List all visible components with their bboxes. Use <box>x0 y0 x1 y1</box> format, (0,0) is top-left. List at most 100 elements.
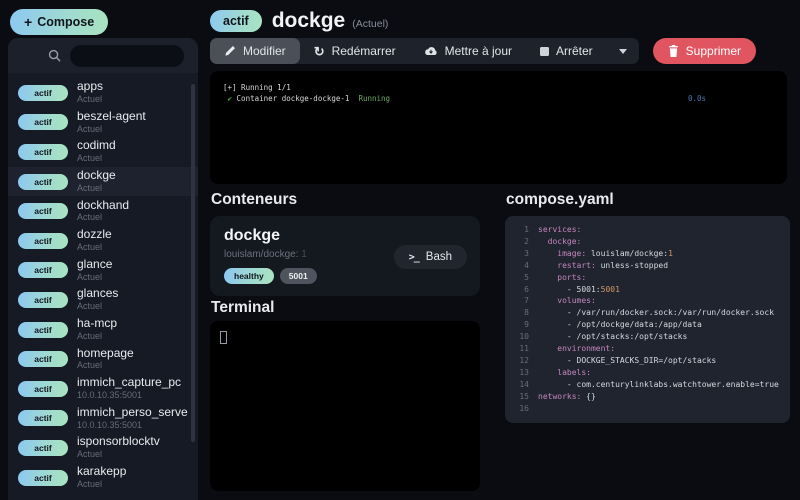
code-token: dockge: <box>547 236 582 246</box>
stack-status-badge: actif <box>18 143 68 160</box>
line-number: 2 <box>524 236 529 246</box>
stack-item-ha-mcp[interactable]: actif ha-mcp Actuel <box>8 315 198 345</box>
code-token: 5001 <box>600 284 620 294</box>
code-token: restart: <box>557 260 596 270</box>
code-line: 2 dockge: <box>505 236 790 248</box>
search-bar <box>8 38 198 73</box>
containers-heading: Conteneurs <box>211 191 298 208</box>
code-token: {} <box>581 391 596 401</box>
search-input[interactable] <box>70 44 184 67</box>
stack-item-isponsorblocktv[interactable]: actif isponsorblocktv Actuel <box>8 433 198 463</box>
stack-texts: homepage Actuel <box>77 347 134 372</box>
line-number: 16 <box>519 403 529 413</box>
line-number: 14 <box>519 379 529 389</box>
stack-status-badge: actif <box>18 232 68 249</box>
stack-list: actif apps Actuel actif beszel-agent Actuel ac… <box>8 73 198 500</box>
stack-subtitle: Actuel <box>77 449 103 460</box>
stack-name: beszel-agent <box>77 109 146 123</box>
code-line: 4 restart: unless-stopped <box>505 260 790 272</box>
interactive-terminal[interactable] <box>210 321 480 491</box>
stack-subtitle: Actuel <box>77 242 103 253</box>
compose-button[interactable]: + Compose <box>10 9 109 35</box>
code-token: - /opt/dockge/data:/app/data <box>538 320 702 330</box>
sidebar-scrollbar[interactable] <box>191 84 195 442</box>
code-token: 1 <box>668 248 673 258</box>
code-token: - DOCKGE_STACKS_DIR=/opt/stacks <box>538 355 717 365</box>
stack-name: apps <box>77 80 104 94</box>
code-token: networks: <box>538 391 582 401</box>
stack-texts: codimd Actuel <box>77 139 116 164</box>
code-token: - 5001: <box>538 284 601 294</box>
yaml-editor[interactable]: 1 services: 2 dockge: 3 image: louislam/doc… <box>505 216 790 423</box>
stack-name: glances <box>77 287 119 301</box>
bash-button[interactable]: >_ Bash <box>393 245 467 269</box>
code-token: - /opt/stacks:/opt/stacks <box>538 332 688 342</box>
stack-item-homepage[interactable]: actif homepage Actuel <box>8 344 198 374</box>
stack-item-glances[interactable]: actif glances Actuel <box>8 285 198 315</box>
edit-button[interactable]: Modifier <box>210 38 300 64</box>
restart-button[interactable]: ↻ Redémarrer <box>300 38 410 64</box>
container-badges: healthy 5001 <box>224 268 466 284</box>
stack-item-dozzle[interactable]: actif dozzle Actuel <box>8 226 198 256</box>
code-token: services: <box>538 225 582 234</box>
code-line: 6 - 5001: 5001 <box>505 284 790 296</box>
stack-item-beszel-agent[interactable]: actif beszel-agent Actuel <box>8 108 198 138</box>
stack-texts: glance Actuel <box>77 258 112 283</box>
stack-status-badge: actif <box>18 351 68 368</box>
stop-dropdown-toggle[interactable] <box>607 38 639 64</box>
stack-subtitle: Actuel <box>77 360 103 371</box>
stack-item-immich_perso_server[interactable]: actif immich_perso_server 10.0.10.35:5001 <box>8 404 198 434</box>
stack-item-dockge[interactable]: actif dockge Actuel <box>8 166 198 197</box>
delete-button[interactable]: Supprimer <box>652 38 757 64</box>
stack-subtitle: Actuel <box>77 478 103 489</box>
delete-button-label: Supprimer <box>685 44 742 58</box>
stack-texts: dockhand Actuel <box>77 199 129 224</box>
code-line: 7 volumes: <box>505 295 790 307</box>
stack-texts: ha-mcp Actuel <box>77 317 117 342</box>
code-line: 1 services: <box>505 224 790 236</box>
stack-name: glance <box>77 257 113 271</box>
button-group: Modifier ↻ Redémarrer Mettre à jour Arrê… <box>210 38 639 64</box>
code-line: 15 networks: {} <box>505 391 790 403</box>
port-badge[interactable]: 5001 <box>279 268 317 284</box>
stack-item-dockhand[interactable]: actif dockhand Actuel <box>8 196 198 226</box>
update-button[interactable]: Mettre à jour <box>410 38 526 64</box>
stack-name: codimd <box>77 139 116 153</box>
stack-name: dockge <box>77 169 116 183</box>
stack-status-badge: actif <box>18 262 68 279</box>
stack-status-badge: actif <box>18 469 68 486</box>
line-number: 7 <box>524 296 529 306</box>
stack-item-apps[interactable]: actif apps Actuel <box>8 78 198 108</box>
line-number: 4 <box>524 260 529 270</box>
stack-texts: immich_capture_pc 10.0.10.35:5001 <box>77 376 181 401</box>
stack-status-badge: actif <box>18 439 68 456</box>
stack-name: dozzle <box>77 228 112 242</box>
stack-item-glance[interactable]: actif glance Actuel <box>8 256 198 286</box>
stop-button[interactable]: Arrêter <box>526 38 607 64</box>
stack-status-badge: actif <box>18 291 68 308</box>
stack-item-immich_capture_pc[interactable]: actif immich_capture_pc 10.0.10.35:5001 <box>8 374 198 404</box>
container-name: dockge <box>224 227 281 244</box>
stack-texts: apps Actuel <box>77 80 103 105</box>
stack-texts: karakepp Actuel <box>77 465 126 490</box>
action-toolbar: Modifier ↻ Redémarrer Mettre à jour Arrê… <box>210 38 757 64</box>
edit-button-label: Modifier <box>243 44 286 58</box>
stack-status-badge: actif <box>18 114 68 131</box>
code-line: 9 - /opt/dockge/data:/app/data <box>505 319 790 331</box>
code-line: 12 - DOCKGE_STACKS_DIR=/opt/stacks <box>505 355 790 367</box>
pencil-icon <box>225 45 236 56</box>
stack-item-codimd[interactable]: actif codimd Actuel <box>8 137 198 167</box>
image-name: louislam/dockge: <box>224 249 299 260</box>
stack-texts: dockge Actuel <box>77 169 116 194</box>
stack-texts: immich_perso_server 10.0.10.35:5001 <box>77 406 188 431</box>
progress-terminal[interactable]: [+] Running 1/1 ✔ Container dockge-dockg… <box>210 71 787 184</box>
stack-subtitle: Actuel <box>77 94 103 105</box>
bash-button-label: Bash <box>425 251 452 263</box>
code-line: 14 - com.centurylinklabs.watchtower.enab… <box>505 379 790 391</box>
running-status: Running <box>358 94 391 103</box>
stack-item-karakepp[interactable]: actif karakepp Actuel <box>8 463 198 493</box>
